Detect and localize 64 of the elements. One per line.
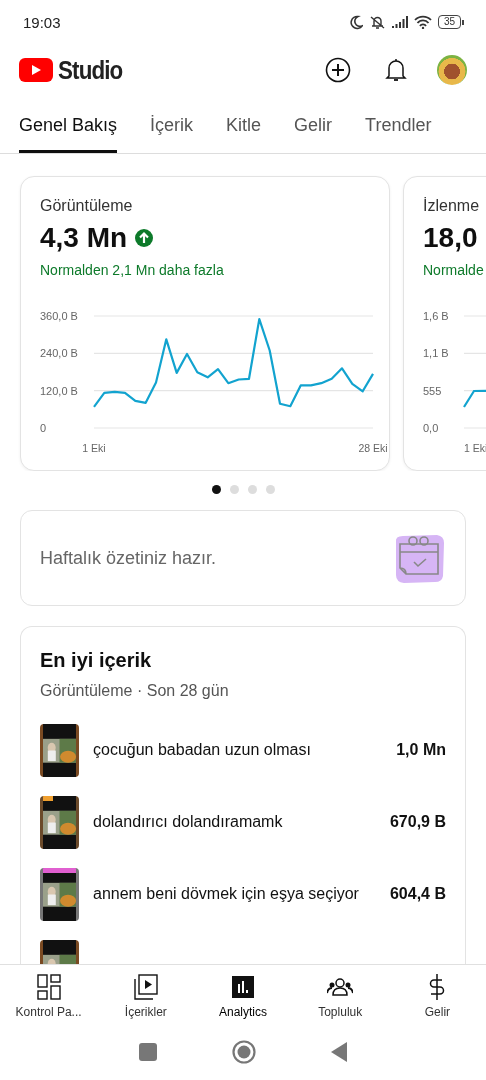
metric-title: Görüntüleme bbox=[40, 197, 134, 215]
axis-label: 120,0 B bbox=[40, 384, 78, 397]
axis-label: 555 bbox=[423, 384, 442, 397]
video-title: çocuğun babadan uzun olması bbox=[93, 741, 312, 759]
view-count: 670,9 B bbox=[389, 813, 446, 831]
dollar-icon bbox=[429, 973, 446, 1001]
metric-value: 4,3 Mn bbox=[40, 222, 128, 254]
metric-title: İzlenme bbox=[423, 197, 481, 215]
video-title: annem beni dövmek için eşya seçiyor bbox=[93, 885, 360, 903]
bar-chart-icon bbox=[232, 976, 254, 998]
axis-label: 360,0 B bbox=[40, 310, 78, 322]
clock: 19:03 bbox=[23, 13, 61, 31]
page-dot[interactable] bbox=[265, 485, 275, 494]
comparison-text: Normalden 2,1 Mn daha fazla bbox=[40, 262, 225, 278]
video-row[interactable]: çocuğun babadan uzun olması 1,0 Mn bbox=[40, 714, 446, 786]
view-count: 604,4 B bbox=[389, 885, 446, 903]
nav-item[interactable]: Analytics bbox=[194, 965, 292, 1024]
axis-label: 0,0 bbox=[423, 422, 439, 434]
page-dot[interactable] bbox=[211, 485, 221, 494]
tab[interactable]: İçerik bbox=[150, 96, 194, 153]
play-logo-icon bbox=[19, 58, 53, 82]
tab[interactable]: Gelir bbox=[294, 96, 333, 153]
logo-text: Studio bbox=[58, 54, 123, 86]
axis-label: 1,1 B bbox=[423, 347, 449, 360]
home-button[interactable] bbox=[232, 1040, 256, 1064]
tab[interactable]: Trendler bbox=[365, 96, 432, 153]
muted-bell-icon bbox=[368, 14, 386, 30]
avatar[interactable] bbox=[437, 55, 467, 85]
moon-icon bbox=[348, 14, 363, 30]
metric-card[interactable]: İzlenme 18,0 Normalde 1,6 B 1,1 B 555 0,0 1 Eki bbox=[403, 176, 486, 471]
wifi-icon bbox=[413, 15, 432, 29]
video-row[interactable]: annem beni dövmek için eşya seçiyor 604,4 B bbox=[40, 858, 446, 930]
video-row[interactable]: dolandırıcı dolandıramamk 670,9 B bbox=[40, 786, 446, 858]
summary-text: Haftalık özetiniz hazır. bbox=[40, 547, 217, 569]
axis-label: 1 Eki bbox=[82, 442, 106, 454]
nav-item[interactable]: Gelir bbox=[388, 965, 486, 1024]
nav-item[interactable]: Topluluk bbox=[291, 965, 389, 1024]
axis-label: 28 Eki bbox=[358, 442, 388, 454]
back-button[interactable] bbox=[331, 1042, 347, 1062]
section-title: En iyi içerik bbox=[40, 649, 153, 672]
metric-value: 18,0 bbox=[423, 222, 478, 254]
page-dot[interactable] bbox=[247, 485, 257, 494]
page-dot[interactable] bbox=[229, 485, 239, 494]
summary-card[interactable]: Haftalık özetiniz hazır. bbox=[20, 510, 466, 606]
battery-level: 35 bbox=[437, 15, 461, 29]
bell-icon[interactable] bbox=[385, 57, 407, 83]
comparison-text: Normalde bbox=[423, 262, 485, 278]
video-library-icon bbox=[133, 974, 158, 1000]
metric-card[interactable]: Görüntüleme 4,3 Mn Normalden 2,1 Mn daha fazla 360,0 B 240,0 B 120,0 B 0 1 Eki 28 Eki bbox=[20, 176, 390, 471]
video-title: dolandırıcı dolandıramamk bbox=[93, 813, 284, 831]
axis-label: 240,0 B bbox=[40, 347, 78, 360]
axis-label: 1 Eki bbox=[464, 442, 486, 454]
tab[interactable]: Kitle bbox=[226, 96, 262, 153]
add-icon[interactable] bbox=[325, 57, 351, 83]
axis-label: 0 bbox=[40, 422, 47, 434]
chart-line bbox=[463, 389, 486, 408]
dashboard-icon bbox=[36, 974, 61, 1000]
nav-item[interactable]: Kontrol Pa... bbox=[0, 965, 98, 1024]
axis-label: 1,6 B bbox=[423, 310, 449, 322]
section-subtitle: Görüntüleme · Son 28 gün bbox=[40, 682, 230, 700]
view-count: 1,0 Mn bbox=[396, 741, 446, 759]
signal-icon bbox=[391, 16, 408, 28]
nav-item[interactable]: İçerikler bbox=[97, 965, 195, 1024]
people-icon bbox=[327, 977, 354, 997]
